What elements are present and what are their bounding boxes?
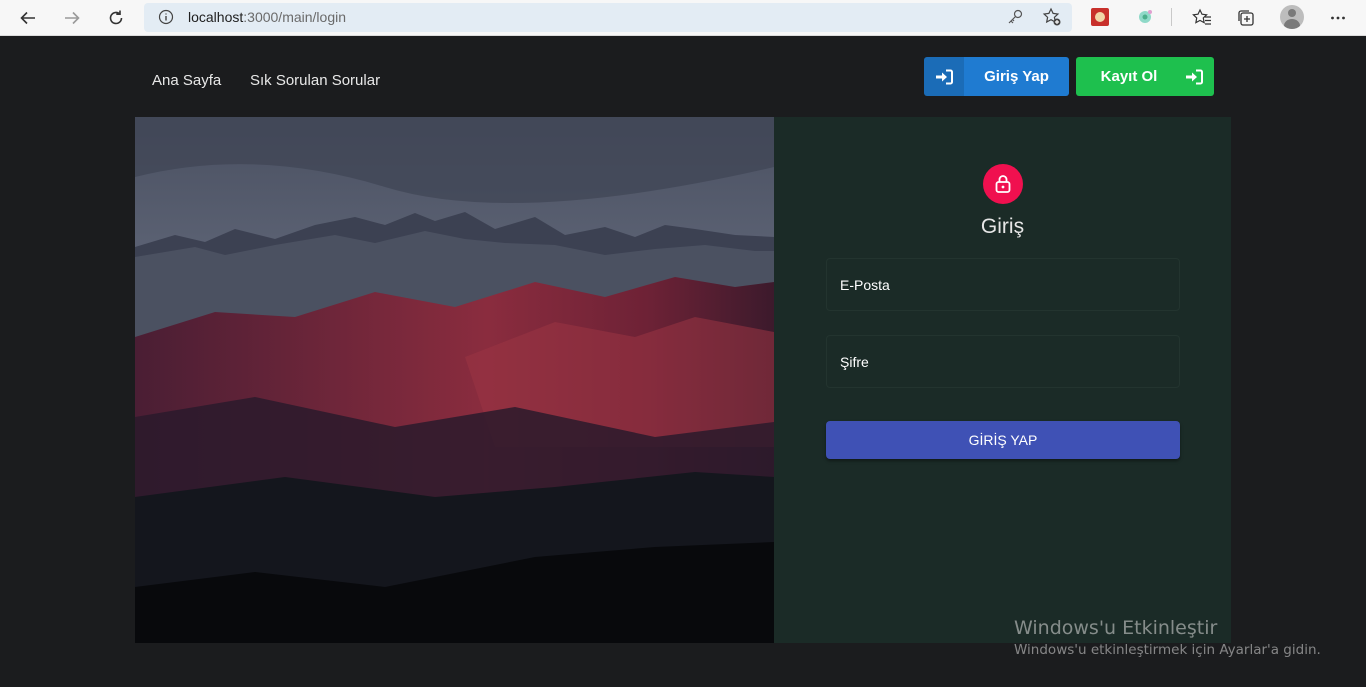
password-field[interactable]: [826, 335, 1180, 388]
toolbar-divider: [1171, 8, 1172, 26]
favorite-star-icon[interactable]: [1042, 7, 1062, 32]
browser-toolbar: localhost:3000/main/login: [0, 0, 1366, 36]
activation-watermark-subtitle: Windows'u etkinleştirmek için Ayarlar'a …: [1014, 642, 1321, 658]
url-text: localhost:3000/main/login: [188, 9, 346, 25]
refresh-icon[interactable]: [102, 4, 130, 32]
info-icon[interactable]: [158, 9, 174, 30]
lock-icon: [983, 164, 1023, 204]
url-host: localhost: [188, 9, 244, 25]
register-button-label: Kayıt Ol: [1100, 68, 1158, 85]
nav-faq-link[interactable]: Sık Sorulan Sorular: [250, 72, 380, 89]
submit-login-button[interactable]: GİRİŞ YAP: [826, 421, 1180, 459]
url-path: :3000/main/login: [243, 9, 347, 25]
key-icon[interactable]: [1006, 8, 1024, 31]
login-button[interactable]: Giriş Yap: [924, 57, 1069, 96]
login-button-label: Giriş Yap: [984, 68, 1049, 85]
forward-icon[interactable]: [58, 4, 86, 32]
extension-leaf-icon[interactable]: [1136, 8, 1154, 26]
extension-icon[interactable]: [1091, 8, 1109, 26]
favorites-icon[interactable]: [1188, 4, 1216, 32]
sign-in-icon: [924, 57, 964, 96]
login-panel: Giriş GİRİŞ YAP: [774, 117, 1231, 643]
activation-watermark-title: Windows'u Etkinleştir: [1014, 617, 1218, 639]
address-bar[interactable]: localhost:3000/main/login: [144, 3, 1072, 32]
back-icon[interactable]: [14, 4, 42, 32]
collections-icon[interactable]: [1232, 4, 1260, 32]
password-input[interactable]: [840, 353, 1160, 370]
email-input[interactable]: [840, 276, 1160, 293]
sign-in-icon: [1174, 57, 1214, 96]
login-title: Giriş: [980, 215, 1025, 238]
email-field[interactable]: [826, 258, 1180, 311]
profile-avatar[interactable]: [1280, 5, 1304, 29]
register-button[interactable]: Kayıt Ol: [1076, 57, 1214, 96]
nav-home-link[interactable]: Ana Sayfa: [152, 72, 221, 89]
mountain-landscape-image: [135, 117, 774, 643]
more-menu-icon[interactable]: [1324, 4, 1352, 32]
